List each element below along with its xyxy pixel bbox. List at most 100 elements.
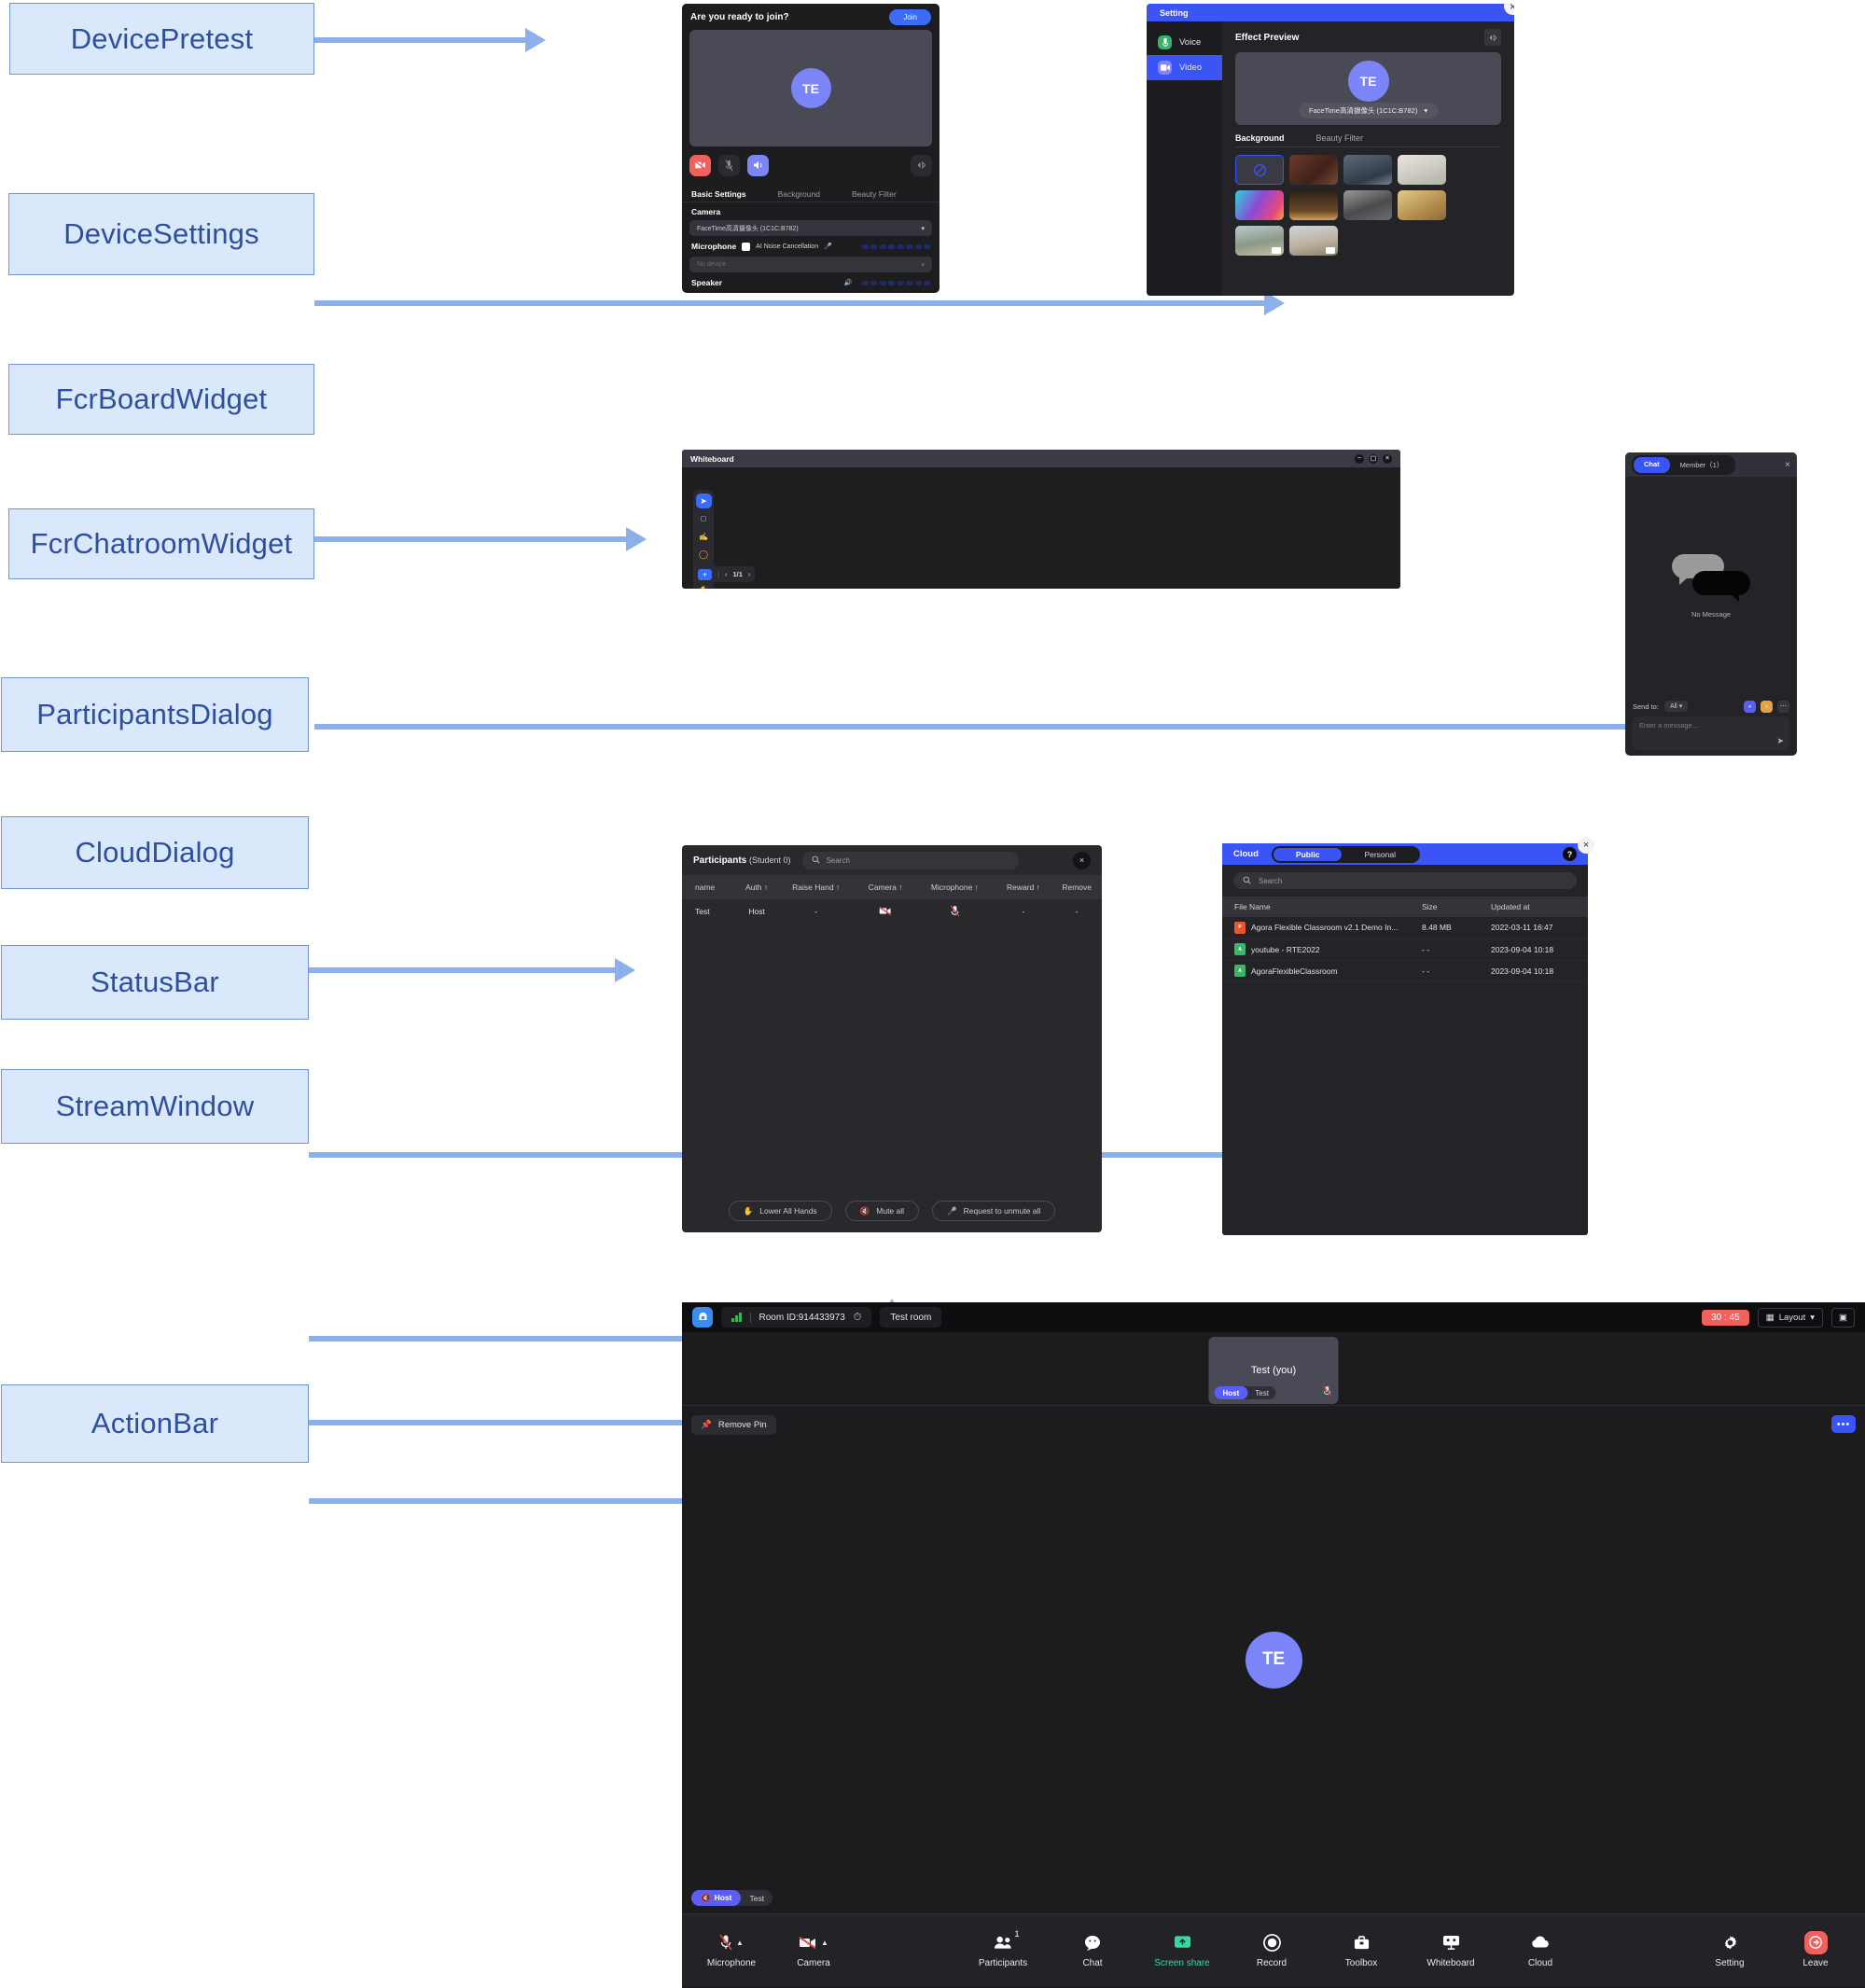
tab-beauty-filter[interactable]: Beauty Filter (1316, 133, 1364, 143)
emoji-icon[interactable]: ◕ (1744, 700, 1756, 713)
mute-all-button[interactable]: 🔇 Mute all (844, 1201, 920, 1221)
close-icon[interactable]: × (1383, 453, 1392, 464)
background-graffiti-wall[interactable] (1289, 155, 1338, 185)
settings-nav-voice[interactable]: Voice (1147, 30, 1222, 55)
add-page-button[interactable]: + (698, 568, 712, 580)
camera-select[interactable]: FaceTime高清摄像头 (1C1C:B782) ▾ (689, 220, 932, 236)
action-participants[interactable]: 1 Participants (974, 1929, 1032, 1968)
action-cloud[interactable]: Cloud (1511, 1932, 1569, 1968)
lower-all-hands-button[interactable]: ✋ Lower All Hands (728, 1201, 832, 1221)
close-icon[interactable]: × (1785, 460, 1790, 470)
background-none[interactable] (1235, 155, 1284, 185)
more-icon[interactable]: ⋯ (1777, 700, 1789, 713)
video-tag-icon (1326, 247, 1335, 254)
microphone-select[interactable]: No device ▾ (689, 257, 932, 272)
chatroom-footer: Send to: All ▾ ◕ ● ⋯ Enter a message... … (1625, 696, 1797, 750)
speed-icon[interactable]: ⏱ (854, 1312, 862, 1324)
table-row[interactable]: A AgoraFlexibleClassroom - - 2023-09-04 … (1222, 960, 1588, 982)
camera-select[interactable]: FaceTime高清摄像头 (1C1C:B782) ▾ (1298, 103, 1439, 118)
background-bright-desk[interactable] (1398, 155, 1446, 185)
chevron-up-icon[interactable]: ▲ (736, 1939, 744, 1947)
col-raise-hand[interactable]: Raise Hand ↑ (775, 875, 856, 899)
stage-user-badge: 🔇 Host Test (691, 1890, 773, 1906)
message-input[interactable]: Enter a message... ➤ (1633, 716, 1789, 750)
help-icon[interactable]: ? (1563, 847, 1577, 861)
background-meeting-room[interactable] (1343, 190, 1392, 220)
tab-background[interactable]: Background (778, 189, 820, 199)
search-input[interactable]: Search (1233, 872, 1577, 889)
send-to-row: Send to: All ▾ ◕ ● ⋯ (1633, 696, 1789, 716)
cell-microphone[interactable] (914, 899, 995, 924)
action-leave[interactable]: Leave (1787, 1930, 1844, 1968)
tab-beauty-filter[interactable]: Beauty Filter (852, 189, 897, 199)
restore-icon[interactable]: ☐ (1369, 453, 1378, 464)
camera-off-icon[interactable] (689, 154, 711, 176)
background-modern-office[interactable] (1343, 155, 1392, 185)
search-input[interactable]: Search (801, 851, 1019, 869)
background-wheat-field[interactable] (1398, 190, 1446, 220)
request-unmute-all-button[interactable]: 🎤 Request to unmute all (932, 1201, 1056, 1221)
table-row[interactable]: P Agora Flexible Classroom v2.1 Demo In.… (1222, 917, 1588, 939)
action-whiteboard[interactable]: Whiteboard (1422, 1932, 1480, 1968)
minimize-icon[interactable]: − (1355, 453, 1364, 464)
speaker-icon[interactable] (747, 154, 769, 176)
background-warm-bar[interactable] (1289, 190, 1338, 220)
action-microphone[interactable]: ▲ Microphone (703, 1932, 760, 1968)
private-icon[interactable]: ● (1761, 700, 1773, 713)
stream-tile-name: Test (you) (1250, 1365, 1297, 1376)
noise-cancellation-checkbox[interactable] (742, 242, 751, 251)
send-to-select[interactable]: All ▾ (1663, 701, 1689, 712)
tab-public[interactable]: Public (1273, 847, 1343, 861)
stream-tile[interactable]: Test (you) Host Test (1208, 1337, 1339, 1404)
background-canyon-video[interactable] (1289, 226, 1338, 256)
tab-chat[interactable]: Chat (1634, 456, 1670, 473)
shape-circle-icon[interactable]: ◯ (696, 547, 712, 562)
send-icon[interactable]: ➤ (1776, 736, 1784, 746)
background-riverside-video[interactable] (1235, 226, 1284, 256)
speaker-icon: 🔊 (843, 280, 853, 286)
pretest-controls (689, 146, 932, 184)
action-toolbox[interactable]: Toolbox (1332, 1932, 1390, 1968)
tab-member[interactable]: Member（1） (1670, 457, 1734, 473)
chevron-up-icon[interactable]: ▲ (821, 1939, 828, 1947)
remove-pin-button[interactable]: 📌 Remove Pin (691, 1415, 776, 1435)
pen-icon[interactable]: ✍ (696, 529, 712, 544)
action-setting[interactable]: Setting (1701, 1932, 1759, 1968)
agora-logo-icon[interactable] (692, 1307, 713, 1328)
select-icon[interactable]: ➤ (695, 494, 712, 508)
cell-camera[interactable] (856, 899, 914, 924)
next-page-button[interactable]: › (748, 570, 751, 578)
join-button[interactable]: Join (889, 8, 931, 25)
tab-basic-settings[interactable]: Basic Settings (691, 189, 746, 199)
lasso-icon[interactable]: ▢ (696, 511, 712, 526)
chat-toolbar: ◕ ● ⋯ (1744, 700, 1789, 713)
action-record[interactable]: Record (1243, 1932, 1301, 1968)
col-name[interactable]: name (682, 875, 738, 899)
close-icon[interactable]: × (1578, 837, 1594, 854)
col-auth[interactable]: Auth ↑ (737, 875, 776, 899)
table-row[interactable]: A youtube - RTE2022 - - 2023-09-04 10:18 (1222, 938, 1588, 961)
background-grid (1235, 155, 1501, 256)
background-colorful-burst[interactable] (1235, 190, 1284, 220)
whiteboard-canvas[interactable]: ➤ ▢ ✍ ◯ T ✋ ◇ + ↶ ↷ ⋮⋮ + | ‹ 1/1 › (682, 467, 1400, 589)
col-camera[interactable]: Camera ↑ (856, 875, 915, 899)
more-icon[interactable]: ••• (1831, 1415, 1856, 1433)
action-camera[interactable]: ▲ Camera (785, 1932, 842, 1968)
microphone-icon (1158, 35, 1172, 49)
mirror-icon[interactable] (911, 154, 932, 176)
col-reward[interactable]: Reward ↑ (995, 875, 1052, 899)
col-microphone[interactable]: Microphone ↑ (914, 875, 995, 899)
prev-page-button[interactable]: ‹ (725, 570, 728, 578)
tab-background[interactable]: Background (1235, 133, 1285, 143)
mirror-icon[interactable] (1484, 29, 1501, 46)
microphone-off-icon[interactable] (718, 154, 740, 176)
action-chat[interactable]: Chat (1064, 1932, 1121, 1968)
close-icon[interactable]: × (1073, 851, 1091, 869)
action-screen-share[interactable]: Screen share (1153, 1932, 1211, 1968)
layout-button[interactable]: ▦ Layout ▾ (1757, 1307, 1824, 1328)
screenshot-button[interactable]: ▣ (1831, 1307, 1855, 1328)
hand-icon[interactable]: ✋ (696, 582, 712, 589)
settings-nav-video[interactable]: Video (1147, 55, 1222, 80)
tab-personal[interactable]: Personal (1342, 848, 1418, 861)
col-remove[interactable]: Remove (1051, 875, 1102, 899)
